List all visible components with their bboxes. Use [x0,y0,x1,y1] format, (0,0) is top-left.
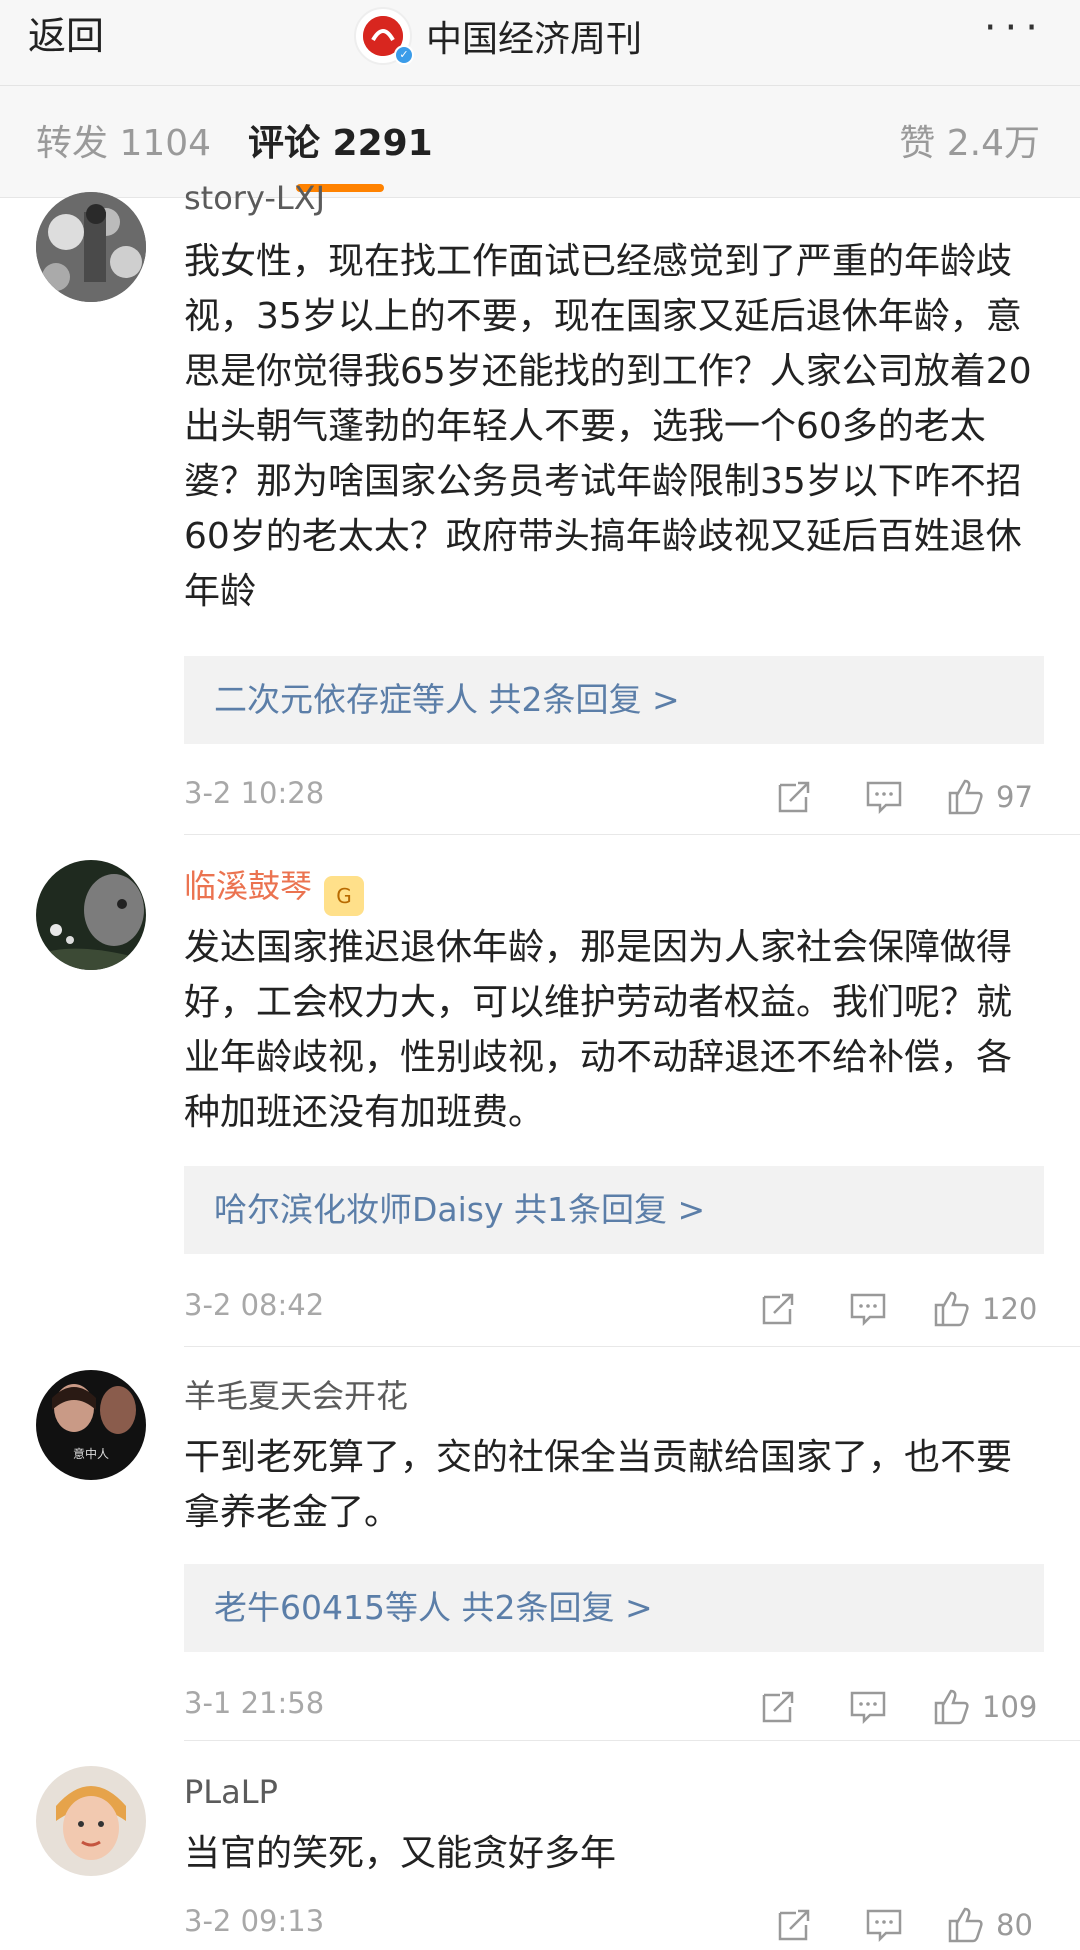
comment-text: 我女性，现在找工作面试已经感觉到了严重的年龄歧视，35岁以上的不要，现在国家又延… [184,241,1032,612]
like-count: 80 [996,1908,1033,1942]
tab-comments[interactable]: 评论 2291 [248,114,433,166]
comment-time: 3-2 10:28 [184,776,325,810]
comment-meta: 3-1 21:58 109 [184,1682,1044,1732]
avatar-image: 意中人 [36,1370,146,1480]
comment-text: 发达国家推迟退休年龄，那是因为人家社会保障做得好，工会权力大，可以维护劳动者权益… [184,927,1013,1133]
avatar[interactable] [36,192,146,302]
author-name[interactable]: 临溪鼓琴 [184,867,312,905]
top-nav-bar: 返回 ✓ 中国经济周刊 ··· [0,0,1080,86]
like-button[interactable]: 109 [932,1682,1037,1732]
like-count: 120 [982,1292,1038,1326]
comment-divider [184,834,1080,835]
replies-link[interactable]: 老牛60415等人 共2条回复 > [184,1564,1044,1652]
share-icon[interactable] [758,1284,798,1334]
like-button[interactable]: 80 [946,1900,1033,1950]
vip-badge-icon: G [324,876,365,916]
share-icon[interactable] [774,1900,814,1950]
thumbs-up-icon [934,1689,969,1725]
avatar[interactable]: 意中人 [36,1370,146,1480]
more-options-button[interactable]: ··· [984,8,1046,48]
comment-time: 3-1 21:58 [184,1686,325,1720]
comment-icon[interactable] [848,1682,888,1732]
account-avatar[interactable]: ✓ [354,7,414,65]
comment-time: 3-2 08:42 [184,1288,325,1322]
like-button[interactable]: 120 [932,1284,1037,1334]
thumbs-up-icon [948,1907,983,1943]
replies-link[interactable]: 二次元依存症等人 共2条回复 > [184,656,1044,744]
replies-link[interactable]: 哈尔滨化妆师Daisy 共1条回复 > [184,1166,1044,1254]
avatar-caption: 意中人 [73,1446,109,1461]
share-icon[interactable] [758,1682,798,1732]
comment-icon[interactable] [864,772,904,822]
comment-author[interactable]: 临溪鼓琴 G [184,866,365,916]
thumbs-up-icon [948,779,983,815]
comment-icon[interactable] [864,1900,904,1950]
avatar-image [36,192,146,302]
comment-divider [184,1740,1080,1741]
avatar-image [36,860,146,970]
comment-author[interactable]: story-LXJ [184,178,325,218]
tab-reposts[interactable]: 转发 1104 [36,114,211,166]
like-count: 109 [982,1690,1038,1724]
like-count: 97 [996,780,1033,814]
tab-bar: 转发 1104 评论 2291 赞 2.4万 [0,86,1080,198]
account-header[interactable]: ✓ 中国经济周刊 [354,4,642,68]
verified-badge-icon: ✓ [394,45,414,65]
comment-meta: 3-2 10:28 97 [184,772,1044,822]
comment-author[interactable]: 羊毛夏天会开花 [184,1376,408,1416]
tab-likes[interactable]: 赞 2.4万 [899,114,1040,166]
comment-meta: 3-2 09:13 80 [184,1900,1044,1950]
avatar[interactable] [36,860,146,970]
back-button[interactable]: 返回 [28,8,104,64]
share-icon[interactable] [774,772,814,822]
comment-author[interactable]: PLaLP [184,1772,278,1812]
comment-text: 当官的笑死，又能贪好多年 [184,1833,617,1874]
avatar[interactable] [36,1766,146,1876]
comment-time: 3-2 09:13 [184,1904,325,1938]
avatar-image [36,1766,146,1876]
comment-icon[interactable] [848,1284,888,1334]
comment-divider [184,1346,1080,1347]
comment-meta: 3-2 08:42 120 [184,1284,1044,1334]
like-button[interactable]: 97 [946,772,1033,822]
thumbs-up-icon [934,1291,969,1327]
comment-text: 干到老死算了，交的社保全当贡献给国家了，也不要拿养老金了。 [184,1437,1013,1533]
page-title: 中国经济周刊 [426,19,643,60]
